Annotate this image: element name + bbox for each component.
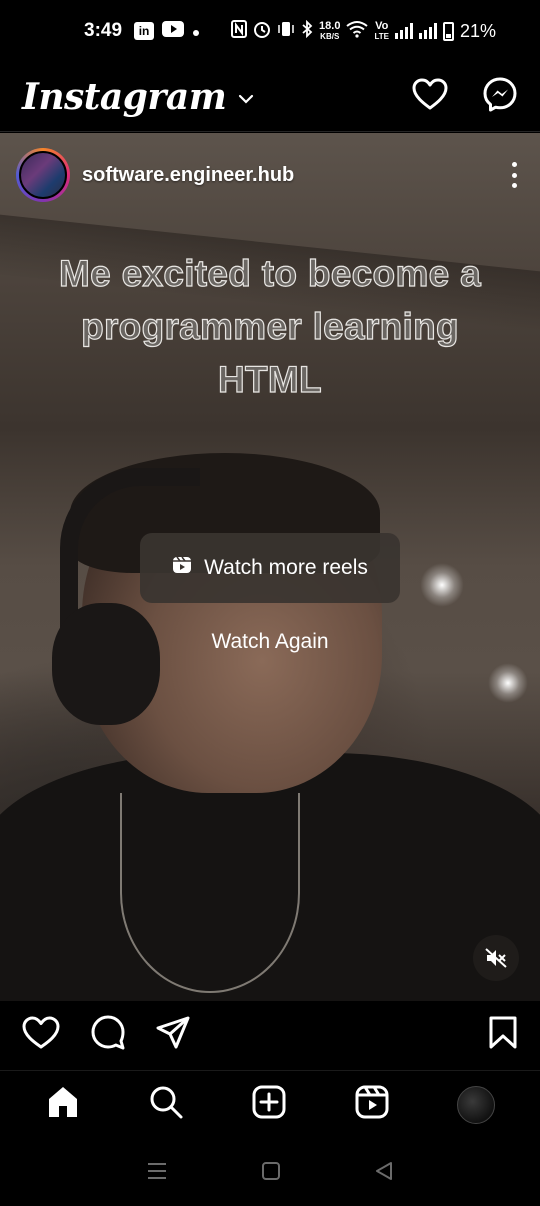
video-caption: Me excited to become a programmer learni… — [0, 247, 540, 406]
status-right-icons: 18.0 KB/S Vo LTE 21% — [231, 19, 496, 43]
wifi-icon — [346, 20, 369, 43]
share-icon[interactable] — [156, 1016, 190, 1055]
search-icon[interactable] — [148, 1084, 184, 1125]
chevron-down-icon[interactable] — [238, 91, 254, 109]
net-speed-value: 18.0 — [319, 19, 341, 32]
linkedin-icon: in — [134, 22, 155, 40]
nfc-icon — [231, 19, 248, 43]
battery-icon — [442, 21, 454, 41]
reel-post[interactable]: software.engineer.hub Me excited to beco… — [0, 133, 540, 1001]
caption-line: HTML — [217, 358, 322, 400]
caption-line: Me excited to become a — [58, 252, 481, 294]
signal-icon — [394, 23, 413, 39]
watch-more-reels-button[interactable]: Watch more reels — [140, 533, 400, 603]
volte-bottom: LTE — [374, 31, 389, 41]
status-left-icons: in — [134, 20, 200, 42]
app-header: Instagram — [0, 62, 540, 132]
ceiling-light — [420, 563, 464, 607]
post-actions — [0, 1002, 540, 1068]
back-icon[interactable] — [374, 1161, 394, 1186]
create-icon[interactable] — [251, 1084, 287, 1125]
avatar[interactable] — [16, 148, 70, 202]
ceiling-light-2 — [488, 663, 528, 703]
reels-icon — [172, 555, 192, 581]
volte-indicator: Vo LTE — [374, 19, 389, 42]
dot-icon — [192, 21, 200, 42]
net-speed: 18.0 KB/S — [319, 19, 341, 42]
profile-avatar[interactable] — [456, 1085, 495, 1124]
recents-icon[interactable] — [146, 1161, 168, 1186]
post-username[interactable]: software.engineer.hub — [82, 164, 294, 187]
system-nav — [0, 1140, 540, 1206]
status-bar: 3:49 in 18.0 KB/S Vo LTE 21% — [0, 0, 540, 62]
bluetooth-icon — [301, 19, 313, 43]
home-icon[interactable] — [45, 1084, 81, 1125]
status-time: 3:49 — [84, 20, 123, 41]
system-home-icon[interactable] — [261, 1161, 281, 1186]
volte-top: Vo — [375, 19, 389, 32]
vibrate-icon — [277, 21, 295, 42]
youtube-icon — [162, 20, 185, 42]
comment-icon[interactable] — [90, 1015, 126, 1056]
heart-icon[interactable] — [412, 78, 448, 115]
more-options-icon[interactable] — [504, 160, 524, 190]
save-icon[interactable] — [488, 1016, 518, 1055]
like-icon[interactable] — [22, 1016, 60, 1055]
avatar-image — [19, 151, 67, 199]
net-speed-unit: KB/S — [320, 31, 340, 41]
caption-line: programmer learning — [80, 305, 459, 347]
watch-more-label: Watch more reels — [204, 556, 368, 579]
alarm-icon — [253, 20, 271, 43]
watch-again-button[interactable]: Watch Again — [0, 630, 540, 654]
signal-icon-2 — [418, 23, 437, 39]
reels-nav-icon[interactable] — [354, 1084, 390, 1125]
mute-icon[interactable] — [473, 935, 519, 981]
header-actions — [412, 76, 518, 117]
bottom-nav — [0, 1070, 540, 1138]
battery-percent: 21% — [459, 20, 496, 41]
instagram-logo[interactable]: Instagram — [22, 76, 227, 118]
messenger-icon[interactable] — [482, 76, 518, 117]
headphone-earcup — [52, 603, 160, 725]
post-header: software.engineer.hub — [16, 147, 524, 203]
necklace — [120, 793, 300, 993]
